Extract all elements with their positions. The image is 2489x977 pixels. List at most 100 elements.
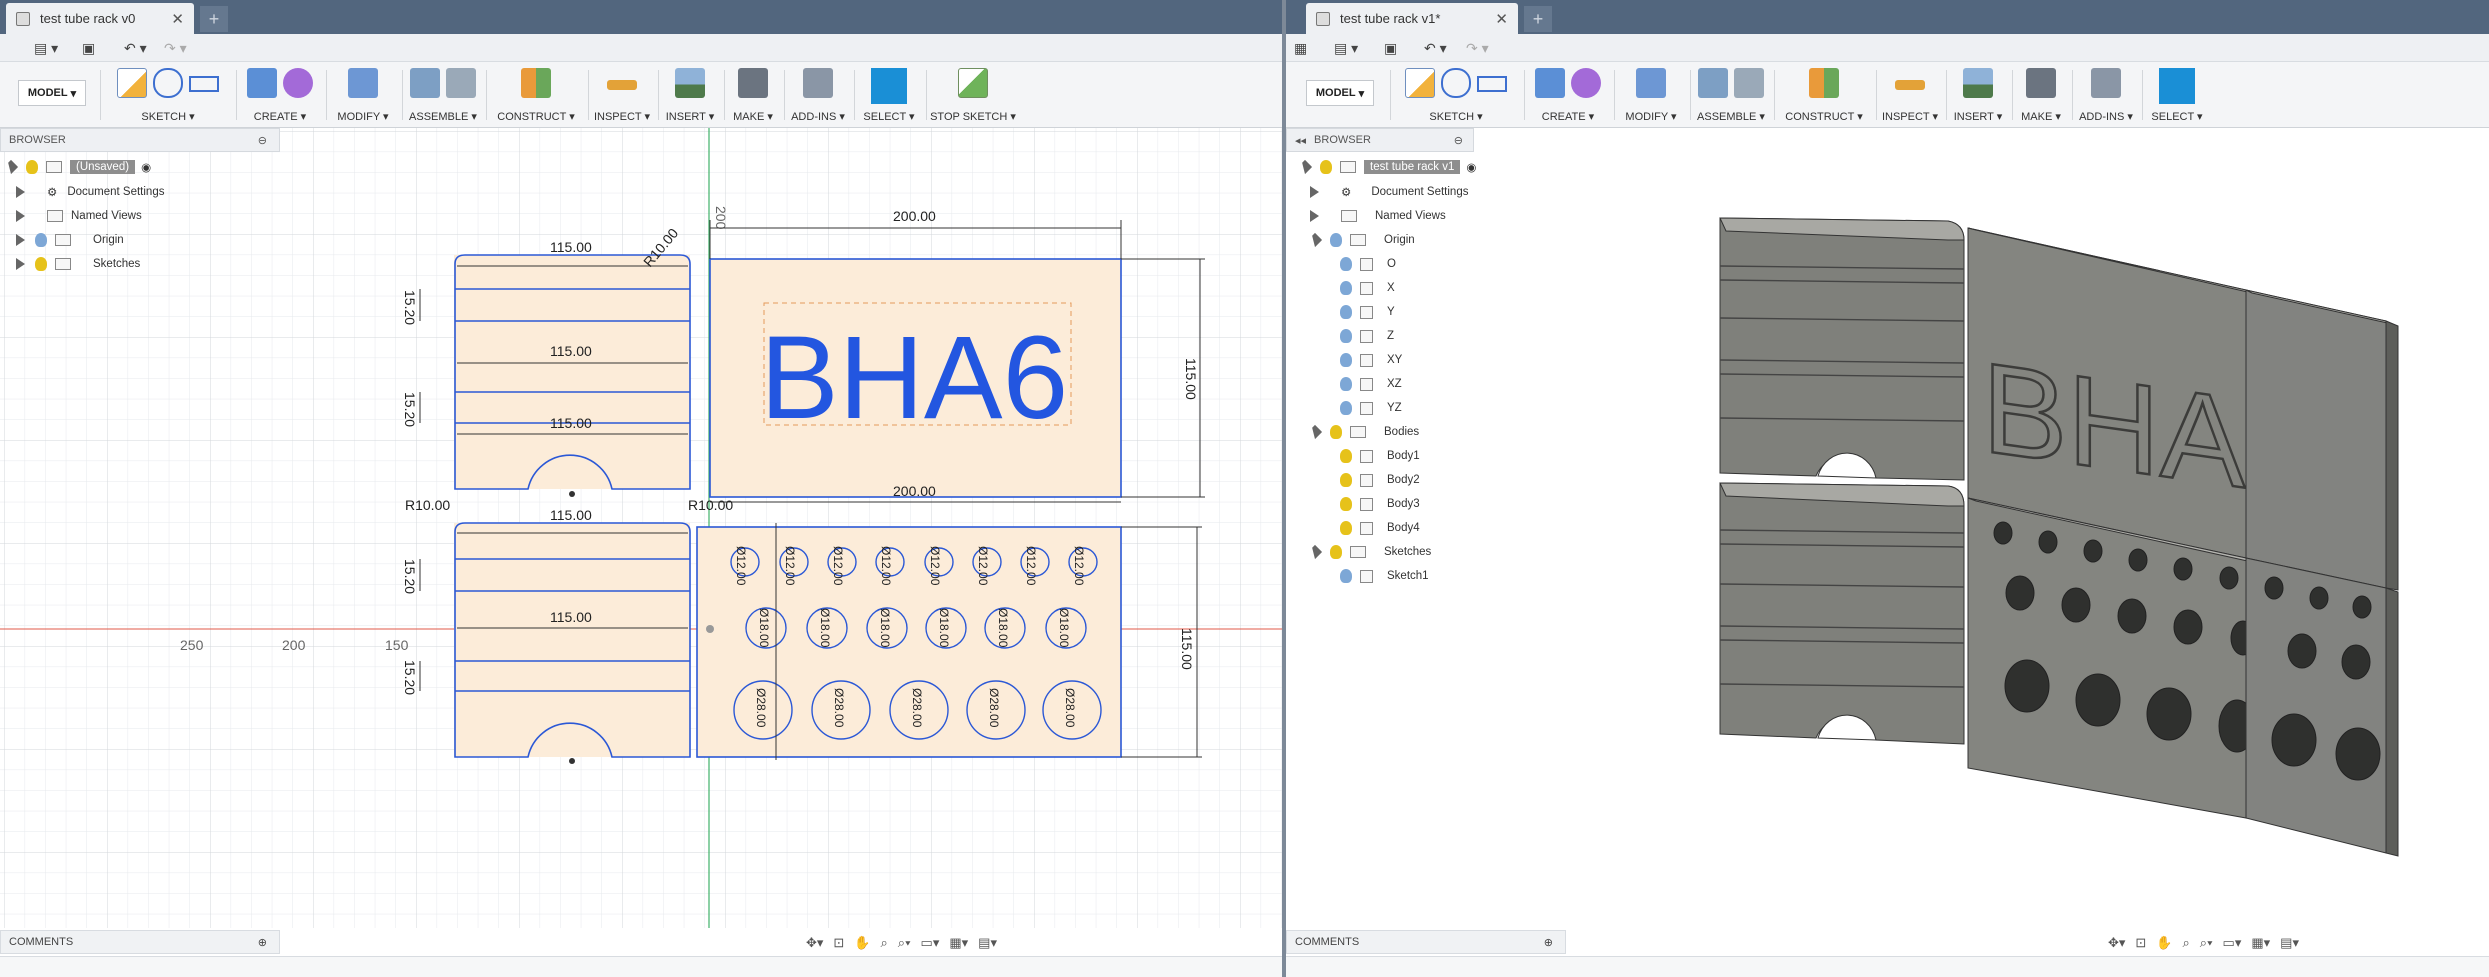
zoom-icon[interactable]: ⌕ [2183,935,2190,951]
expand-icon[interactable] [16,234,25,246]
browser-item-y[interactable]: Y [1340,300,1395,324]
activate-icon[interactable]: ◉ [141,160,151,174]
save-icon[interactable]: ▣ [82,38,95,58]
workspace-selector[interactable]: MODEL ▾ [1306,80,1374,106]
visibility-icon[interactable] [1340,569,1352,583]
select-group[interactable]: SELECT ▾ [856,66,922,126]
insert-group[interactable]: INSERT ▾ [1948,66,2008,126]
browser-item-sketch1[interactable]: Sketch1 [1340,564,1429,588]
browser-item-bodies[interactable]: Bodies [1307,420,1419,444]
add-ins-group[interactable]: ADD-INS ▾ [2074,66,2138,126]
collapse-icon[interactable] [1307,232,1323,248]
document-tab[interactable]: test tube rack v1* ✕ [1306,3,1518,34]
comments-panel[interactable]: COMMENTS ⊕ [1286,930,1566,954]
display-settings-icon[interactable]: ▭▾ [921,935,940,951]
browser-item-body1[interactable]: Body1 [1340,444,1420,468]
zoom-icon[interactable]: ⌕ [881,935,888,951]
visibility-icon[interactable] [1340,257,1352,271]
browser-root[interactable]: (Unsaved) ◉ [3,155,151,179]
add-ins-group[interactable]: ADD-INS ▾ [786,66,850,126]
create-group[interactable]: CREATE ▾ [1526,66,1610,126]
browser-item-named-views[interactable]: Named Views [1310,204,1446,228]
sketch-canvas[interactable]: 250 200 150 100 50 200 150 100 BHA6 [0,128,1282,928]
undo-icon[interactable]: ↶ ▾ [124,38,147,58]
look-at-icon[interactable]: ⊡ [833,935,844,951]
visibility-icon[interactable] [1340,305,1352,319]
modify-group[interactable]: MODIFY ▾ [1616,66,1686,126]
sketch-group[interactable]: SKETCH ▾ [104,66,232,126]
browser-item-o[interactable]: O [1340,252,1396,276]
create-group[interactable]: CREATE ▾ [238,66,322,126]
sketch-group[interactable]: SKETCH ▾ [1392,66,1520,126]
visibility-icon[interactable] [1330,425,1342,439]
expand-icon[interactable] [16,186,25,198]
model-canvas[interactable]: BHA6 [1286,128,2489,928]
construct-group[interactable]: CONSTRUCT ▾ [1776,66,1872,126]
browser-item-document-settings[interactable]: ⚙ Document Settings [16,180,164,204]
visibility-icon[interactable] [35,233,47,247]
visibility-icon[interactable] [1340,521,1352,535]
browser-item-origin[interactable]: Origin [1307,228,1415,252]
apps-grid-icon[interactable]: ▦ [1294,38,1307,58]
inspect-group[interactable]: INSPECT ▾ [1878,66,1942,126]
modify-group[interactable]: MODIFY ▾ [328,66,398,126]
visibility-icon[interactable] [1340,473,1352,487]
visibility-icon[interactable] [1340,353,1352,367]
grid-icon[interactable]: ▦▾ [2251,935,2270,951]
fit-icon[interactable]: ⌕▾ [898,935,911,951]
visibility-icon[interactable] [1340,401,1352,415]
insert-group[interactable]: INSERT ▾ [660,66,720,126]
browser-item-xy[interactable]: XY [1340,348,1402,372]
visibility-icon[interactable] [26,160,38,174]
add-comment-icon[interactable]: ⊕ [1544,936,1553,949]
file-menu-icon[interactable]: ▤ ▾ [34,38,58,58]
browser-item-z[interactable]: Z [1340,324,1394,348]
browser-item-named-views[interactable]: Named Views [16,204,142,228]
visibility-icon[interactable] [1340,497,1352,511]
comments-panel[interactable]: COMMENTS ⊕ [0,930,280,954]
pan-icon[interactable]: ✋ [854,935,870,951]
grid-icon[interactable]: ▦▾ [949,935,968,951]
assemble-group[interactable]: ASSEMBLE ▾ [1692,66,1770,126]
browser-collapse-icon[interactable]: ⊖ [258,134,267,147]
workspace-selector[interactable]: MODEL ▾ [18,80,86,106]
close-tab-icon[interactable]: ✕ [1495,10,1508,28]
expand-icon[interactable] [1310,210,1319,222]
new-tab-button[interactable]: + [1524,6,1552,32]
visibility-icon[interactable] [35,257,47,271]
browser-item-sketches[interactable]: Sketches [1307,540,1431,564]
stop-sketch-group[interactable]: STOP SKETCH ▾ [928,66,1018,126]
collapse-panel-icon[interactable]: ◂◂ [1295,134,1306,147]
orbit-icon[interactable]: ✥▾ [2108,935,2125,951]
browser-item-xz[interactable]: XZ [1340,372,1402,396]
browser-item-document-settings[interactable]: ⚙ Document Settings [1310,180,1468,204]
collapse-icon[interactable] [1307,544,1323,560]
visibility-icon[interactable] [1340,329,1352,343]
redo-icon[interactable]: ↷ ▾ [1466,38,1489,58]
orbit-icon[interactable]: ✥▾ [806,935,823,951]
expand-icon[interactable] [16,210,25,222]
visibility-icon[interactable] [1330,233,1342,247]
pan-icon[interactable]: ✋ [2156,935,2172,951]
construct-group[interactable]: CONSTRUCT ▾ [488,66,584,126]
expand-icon[interactable] [16,258,25,270]
browser-panel-header[interactable]: ◂◂ BROWSER ⊖ [1286,128,1474,152]
visibility-icon[interactable] [1340,449,1352,463]
visibility-icon[interactable] [1340,377,1352,391]
document-tab[interactable]: test tube rack v0 ✕ [6,3,194,34]
display-settings-icon[interactable]: ▭▾ [2223,935,2242,951]
browser-item-yz[interactable]: YZ [1340,396,1402,420]
collapse-icon[interactable] [1297,159,1313,175]
visibility-icon[interactable] [1320,160,1332,174]
browser-panel-header[interactable]: BROWSER ⊖ [0,128,280,152]
expand-icon[interactable] [1310,186,1319,198]
browser-item-x[interactable]: X [1340,276,1395,300]
collapse-icon[interactable] [1307,424,1323,440]
browser-item-body3[interactable]: Body3 [1340,492,1420,516]
browser-root[interactable]: test tube rack v1 ◉ [1297,155,1476,179]
look-at-icon[interactable]: ⊡ [2135,935,2146,951]
inspect-group[interactable]: INSPECT ▾ [590,66,654,126]
viewports-icon[interactable]: ▤▾ [2280,935,2299,951]
fit-icon[interactable]: ⌕▾ [2200,935,2213,951]
undo-icon[interactable]: ↶ ▾ [1424,38,1447,58]
